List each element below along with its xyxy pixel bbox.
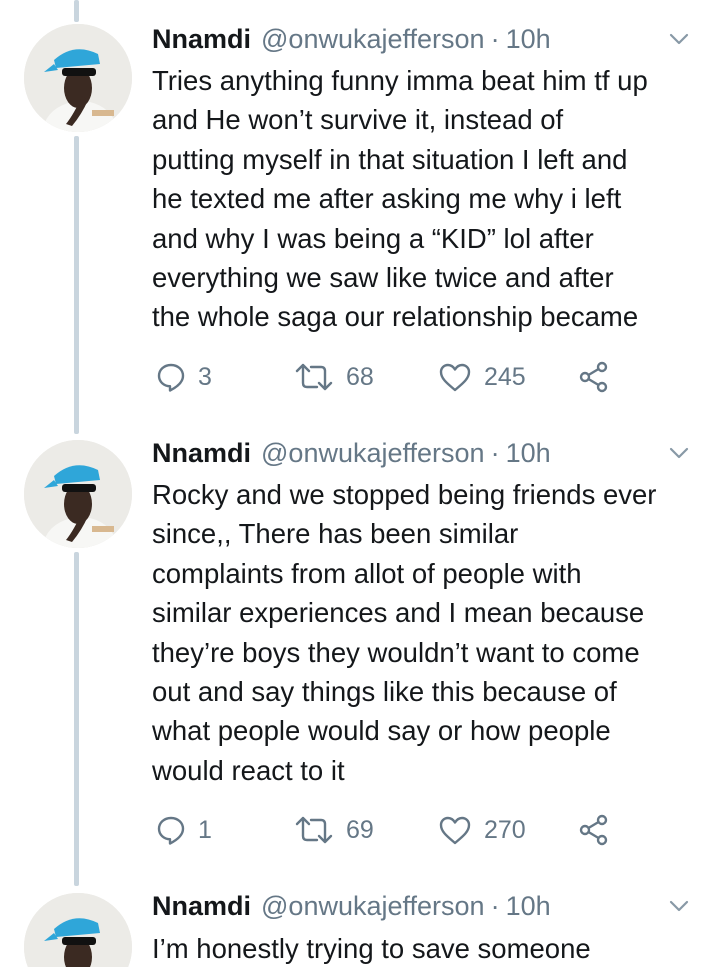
timestamp[interactable]: 10h [506, 438, 551, 469]
tweet-actions: 3 68 245 [152, 357, 632, 397]
like-button[interactable]: 270 [438, 810, 526, 850]
separator: · [490, 437, 500, 468]
retweet-icon [295, 816, 333, 844]
share-button[interactable] [578, 810, 610, 850]
reply-button[interactable]: 3 [156, 357, 212, 397]
tweet-header: Nnamdi @onwukajefferson · 10h [152, 889, 696, 923]
display-name[interactable]: Nnamdi [152, 24, 251, 55]
reply-icon [157, 363, 185, 392]
timestamp[interactable]: 10h [506, 891, 551, 922]
tweet-text: Rocky and we stopped being friends ever … [152, 479, 657, 786]
like-count: 245 [484, 362, 526, 391]
separator: · [490, 890, 500, 921]
retweet-count: 69 [346, 815, 374, 844]
thread-line-1 [74, 136, 79, 434]
retweet-icon [295, 363, 333, 391]
like-icon [439, 363, 471, 392]
tweet-header: Nnamdi @onwukajefferson · 10h [152, 436, 696, 470]
retweet-count: 68 [346, 362, 374, 391]
avatar[interactable] [24, 440, 132, 548]
share-icon [579, 361, 608, 393]
chevron-down-icon[interactable] [668, 442, 690, 464]
avatar[interactable] [24, 893, 132, 967]
display-name[interactable]: Nnamdi [152, 891, 251, 922]
chevron-down-icon[interactable] [668, 895, 690, 917]
reply-icon [157, 816, 185, 845]
thread-line-top [74, 0, 79, 22]
tweet-text: I’m honestly trying to save someone [152, 933, 591, 964]
thread-line-2 [74, 552, 79, 886]
retweet-button[interactable]: 68 [294, 357, 374, 397]
user-handle[interactable]: @onwukajefferson [261, 24, 485, 55]
like-count: 270 [484, 815, 526, 844]
avatar[interactable] [24, 24, 132, 132]
user-handle[interactable]: @onwukajefferson [261, 891, 485, 922]
display-name[interactable]: Nnamdi [152, 438, 251, 469]
retweet-button[interactable]: 69 [294, 810, 374, 850]
tweet-header: Nnamdi @onwukajefferson · 10h [152, 22, 696, 56]
chevron-down-icon[interactable] [668, 28, 690, 50]
share-button[interactable] [578, 357, 610, 397]
share-icon [579, 814, 608, 846]
tweet-actions: 1 69 270 [152, 810, 632, 850]
separator: · [490, 23, 500, 54]
reply-count: 1 [198, 815, 212, 844]
like-icon [439, 816, 471, 845]
user-handle[interactable]: @onwukajefferson [261, 438, 485, 469]
tweet-text: Tries anything funny imma beat him tf up… [152, 65, 648, 333]
reply-button[interactable]: 1 [156, 810, 212, 850]
timestamp[interactable]: 10h [506, 24, 551, 55]
like-button[interactable]: 245 [438, 357, 526, 397]
reply-count: 3 [198, 362, 212, 391]
